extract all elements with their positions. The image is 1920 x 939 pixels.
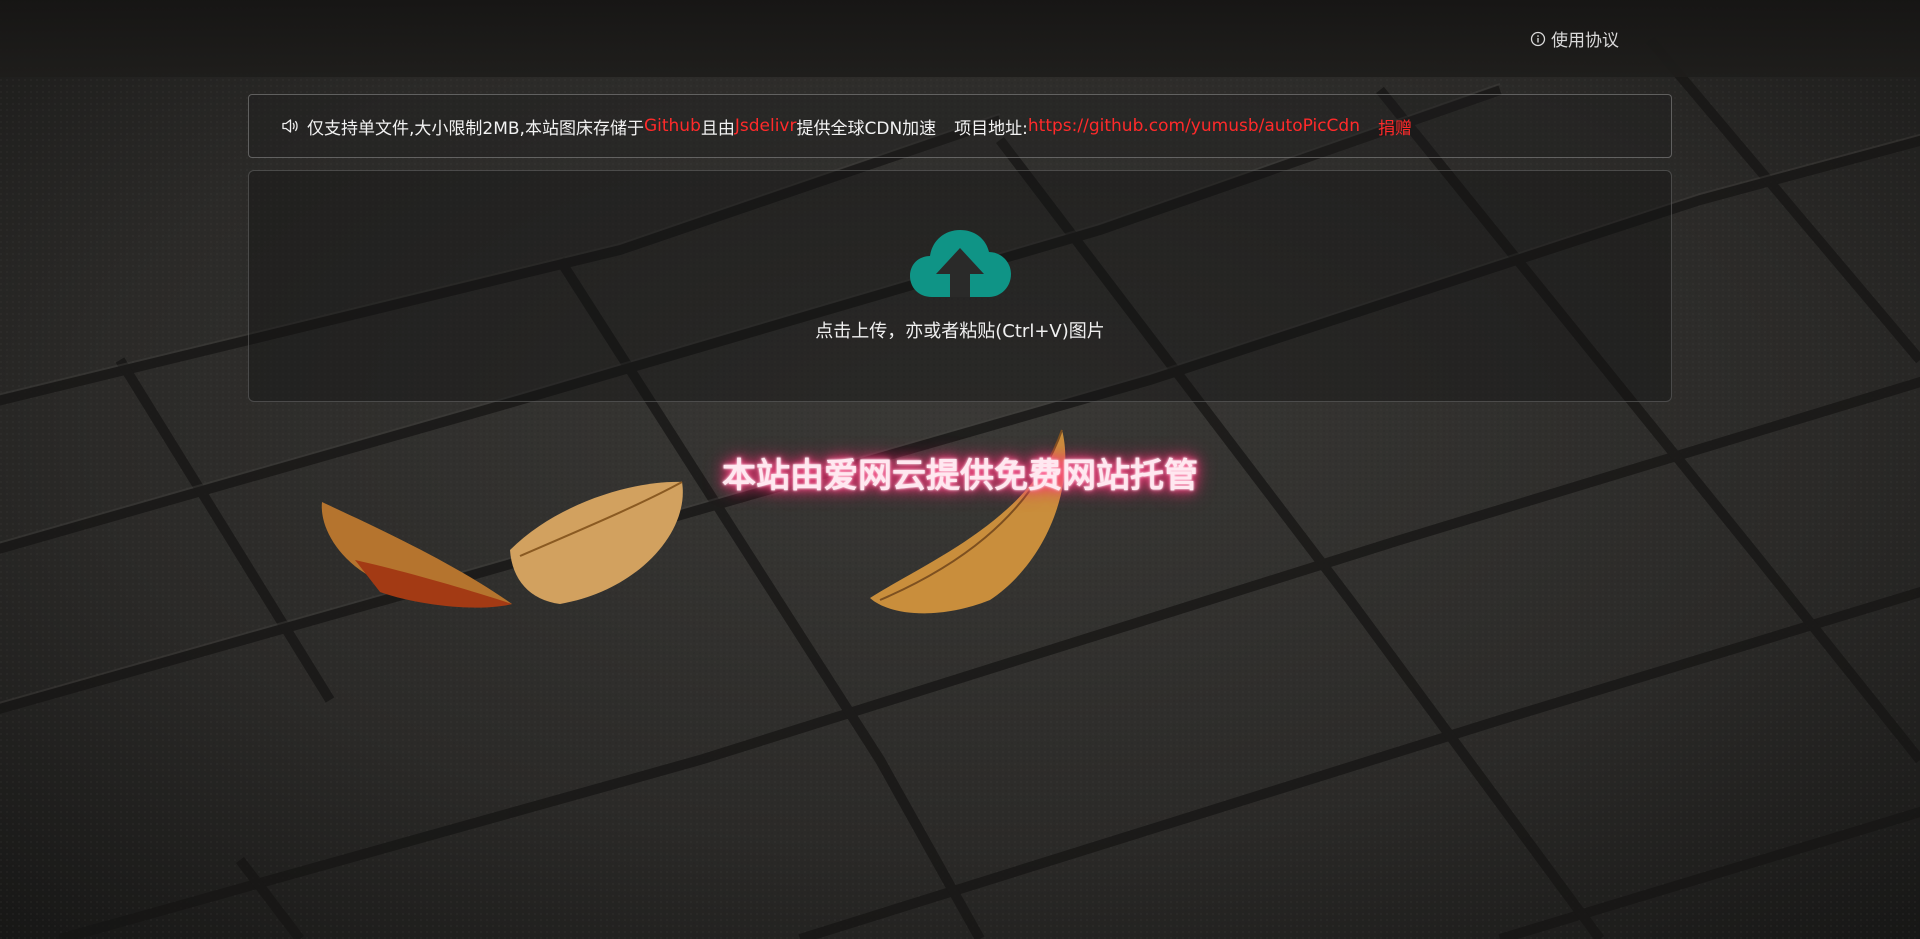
upload-dropzone[interactable]: 点击上传，亦或者粘贴(Ctrl+V)图片 bbox=[248, 170, 1672, 402]
top-navbar: 使用协议 bbox=[0, 0, 1920, 77]
speaker-icon bbox=[281, 118, 299, 134]
cloud-upload-icon bbox=[910, 230, 1011, 297]
usage-agreement-label: 使用协议 bbox=[1551, 31, 1619, 51]
info-circle-icon bbox=[1530, 31, 1546, 46]
hosting-note: 本站由爱网云提供免费网站托管 bbox=[722, 456, 1198, 496]
upload-instruction: 点击上传，亦或者粘贴(Ctrl+V)图片 bbox=[815, 321, 1105, 342]
notice-text-1: 仅支持单文件,大小限制2MB,本站图床存储于 bbox=[307, 118, 644, 139]
notice-text-2: 且由 bbox=[700, 118, 735, 139]
project-url-link[interactable]: https://github.com/yumusb/autoPicCdn bbox=[1028, 116, 1360, 136]
donate-link[interactable]: 捐赠 bbox=[1378, 114, 1412, 139]
jsdelivr-link[interactable]: Jsdelivr bbox=[735, 116, 797, 136]
notice-bar: 仅支持单文件,大小限制2MB,本站图床存储于 Github 且由 Jsdelivr 提供… bbox=[248, 94, 1672, 158]
usage-agreement-link[interactable]: 使用协议 bbox=[1530, 26, 1619, 51]
notice-text-3: 提供全球CDN加速 bbox=[796, 118, 937, 139]
project-address-label: 项目地址: bbox=[954, 118, 1028, 139]
github-link[interactable]: Github bbox=[644, 116, 701, 136]
